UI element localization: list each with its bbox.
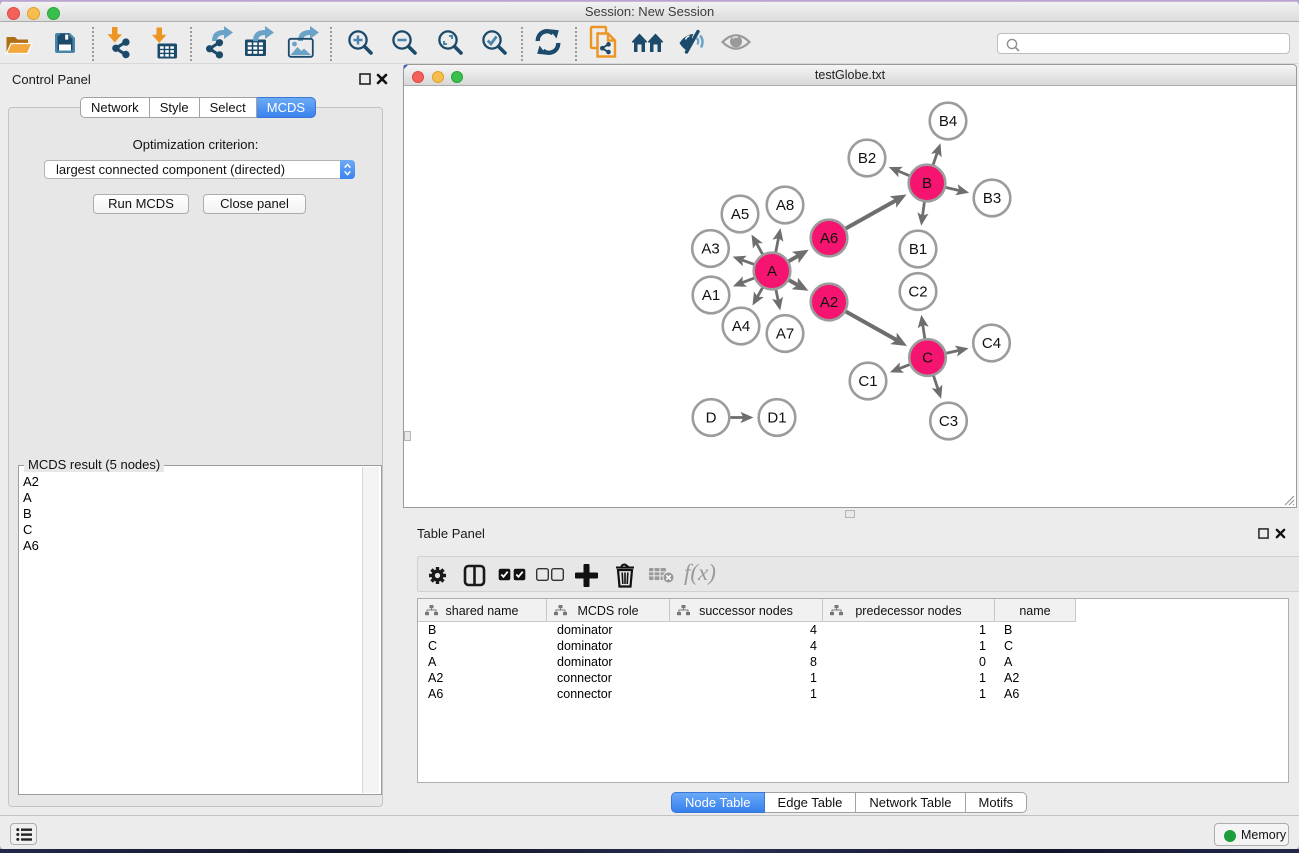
- svg-text:A7: A7: [776, 326, 794, 343]
- svg-text:C4: C4: [982, 335, 1001, 352]
- svg-text:A5: A5: [731, 206, 749, 223]
- svg-text:B3: B3: [983, 190, 1001, 207]
- svg-text:A2: A2: [820, 294, 838, 311]
- svg-text:C: C: [922, 350, 933, 367]
- svg-text:B4: B4: [939, 113, 957, 130]
- svg-text:B2: B2: [858, 150, 876, 167]
- svg-text:A6: A6: [820, 230, 838, 247]
- svg-text:A1: A1: [702, 287, 720, 304]
- svg-text:B: B: [922, 175, 932, 192]
- svg-text:A4: A4: [732, 318, 750, 335]
- svg-text:C3: C3: [939, 413, 958, 430]
- svg-text:D1: D1: [767, 410, 786, 427]
- svg-text:D: D: [706, 410, 717, 427]
- svg-text:C2: C2: [908, 284, 927, 301]
- svg-text:A: A: [767, 263, 777, 280]
- svg-text:B1: B1: [909, 241, 927, 258]
- svg-text:A3: A3: [701, 241, 719, 258]
- svg-text:C1: C1: [858, 373, 877, 390]
- svg-text:A8: A8: [776, 197, 794, 214]
